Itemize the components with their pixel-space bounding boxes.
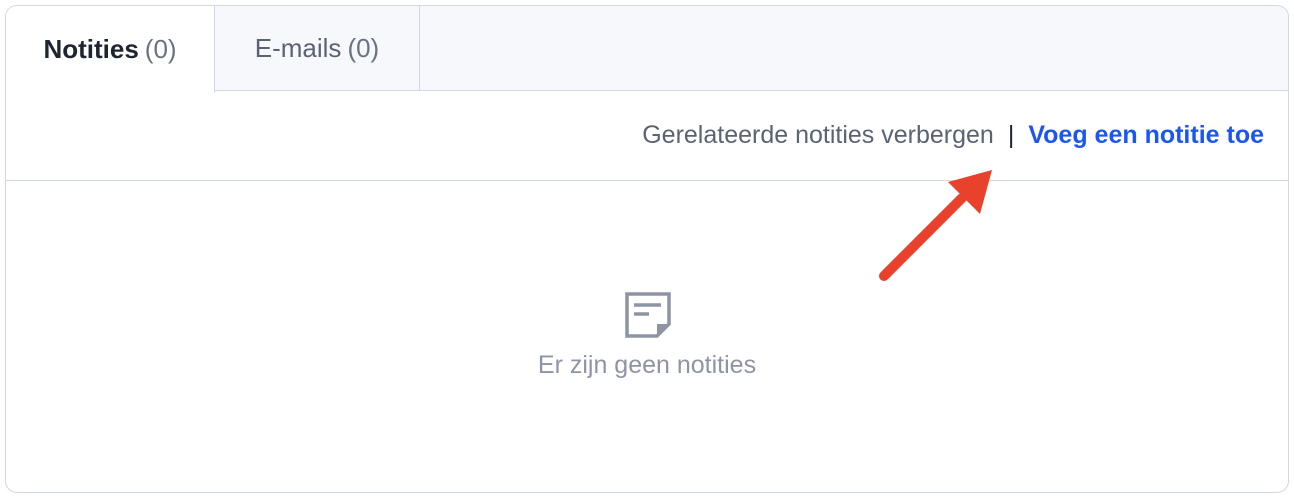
empty-state: Er zijn geen notities xyxy=(6,181,1288,492)
empty-state-message: Er zijn geen notities xyxy=(537,351,757,379)
tab-notes[interactable]: Notities (0) xyxy=(6,6,215,93)
tab-notes-label: Notities xyxy=(43,34,139,64)
add-note-link[interactable]: Voeg een notitie toe xyxy=(1028,121,1264,150)
tab-emails-label: E-mails xyxy=(254,33,342,63)
tab-bar: Notities (0) E-mails (0) xyxy=(6,6,1288,93)
note-icon xyxy=(625,292,671,338)
notes-toolbar: Gerelateerde notities verbergen | Voeg e… xyxy=(6,91,1288,181)
arrow-annotation xyxy=(879,170,992,281)
tab-emails[interactable]: E-mails (0) xyxy=(215,6,420,91)
tab-notes-count: (0) xyxy=(144,34,177,64)
tab-emails-count: (0) xyxy=(347,33,380,63)
notes-panel: Notities (0) E-mails (0) Gerelateerde no… xyxy=(5,5,1289,493)
hide-related-notes-link[interactable]: Gerelateerde notities verbergen xyxy=(642,121,994,150)
toolbar-separator: | xyxy=(1007,121,1015,149)
